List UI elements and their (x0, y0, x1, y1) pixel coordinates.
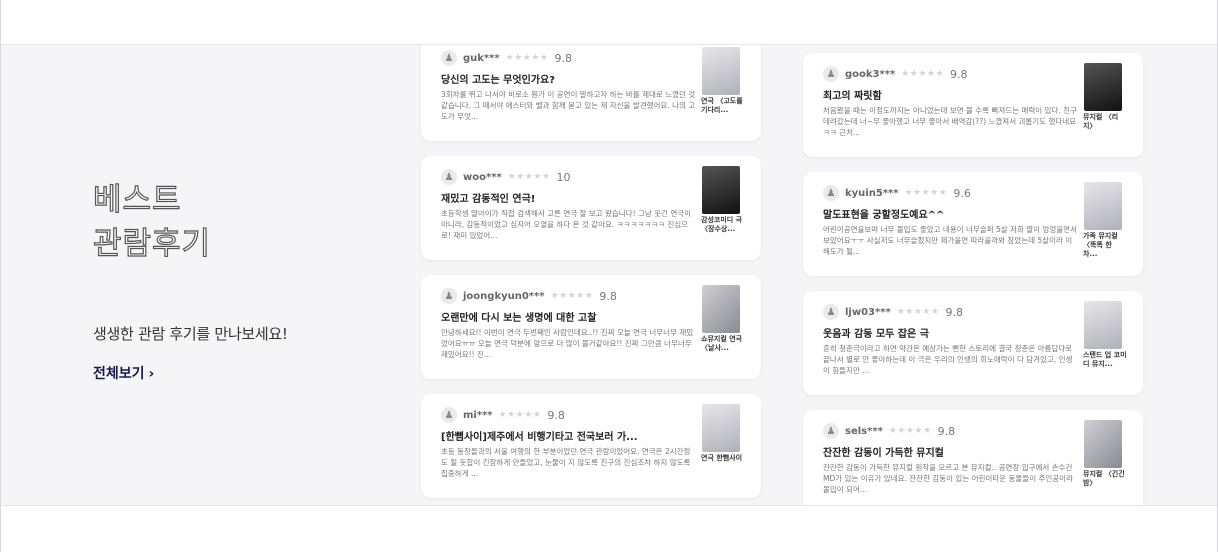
review-title: 말도표현을 궁할정도예요^^ (823, 210, 945, 221)
review-body: 잔잔한 감동이 가득한 뮤지컬 원작을 모르고 본 뮤지컬.. 공연장 입구에서… (823, 463, 1073, 494)
review-card[interactable]: ♟ ljw03*** ★★★★★ 9.8 웃음과 감동 모두 잡은 극 흔히 청춘극이… (803, 291, 1143, 395)
review-card[interactable]: ♟ joongkyun0*** ★★★★★ 9.8 오랜만에 다시 보는 생명에 대한… (421, 275, 761, 379)
reviewer-name: sels*** (845, 425, 883, 437)
review-title: 잔잔한 감동이 가득한 뮤지컬 (823, 448, 944, 459)
top-band (0, 0, 1218, 44)
show-title: 연극 〈고도를 기다리... (701, 97, 743, 114)
show-poster (702, 166, 740, 214)
review-title: 웃음과 감동 모두 잡은 극 (823, 329, 929, 340)
show-title: 가족 뮤지컬 〈똑똑 한 차... (1083, 232, 1118, 258)
section-subtitle: 생생한 관람 후기를 만나보세요! (93, 325, 288, 343)
review-card[interactable]: ♟ sels*** ★★★★★ 9.8 잔잔한 감동이 가득한 뮤지컬 잔잔한 감동이… (803, 410, 1143, 505)
reviewer-name: woo*** (463, 171, 502, 183)
view-all-link[interactable]: 전체보기 › (93, 363, 154, 383)
show-title: 감성코미디 극 〈장수상... (701, 216, 743, 233)
show-title: 쇼뮤지컬 연극 〈날사... (701, 335, 743, 352)
review-title: 오랜만에 다시 보는 생명에 대한 고찰 (441, 313, 597, 324)
review-score: 9.8 (937, 424, 956, 438)
review-column-left: ♟ guk*** ★★★★★ 9.8 당신의 고도는 무엇인가요? 3회차를 뛰고 나… (421, 45, 761, 505)
review-card[interactable]: ♟ guk*** ★★★★★ 9.8 당신의 고도는 무엇인가요? 3회차를 뛰고 나… (421, 45, 761, 141)
review-score: 9.8 (554, 51, 572, 65)
show-poster (1084, 420, 1122, 468)
show-title: 뮤지컬 〈리지〉 (1083, 113, 1119, 130)
show-poster (1084, 182, 1122, 230)
review-body: 처음봤을 때는 이정도까지는 아니었는데 보면 볼 수록 빠져드는 매력이 있다… (823, 106, 1077, 137)
show-poster (702, 404, 740, 452)
user-avatar-icon: ♟ (441, 169, 457, 185)
star-rating-icon: ★★★★★ (550, 291, 594, 301)
chevron-right-icon: › (148, 366, 155, 382)
review-score: 9.8 (945, 305, 964, 319)
show-title: 스탠드 업 코미디 뮤지... (1083, 351, 1127, 368)
review-body: 초등학생 딸아이가 직접 검색해서 고른 연극 잘 보고 왔습니다! 그냥 웃긴… (441, 209, 692, 240)
reviewer-name: mi*** (463, 409, 493, 421)
star-rating-icon: ★★★★★ (896, 307, 940, 317)
view-all-label: 전체보기 (93, 366, 145, 382)
user-avatar-icon: ♟ (441, 50, 457, 66)
review-title: 최고의 짜릿함 (823, 91, 882, 102)
review-score: 9.8 (950, 67, 968, 81)
review-body: 초등 동창들과의 서울 여행의 한 부분이었던 연극 관람이었어요. 연극은 2… (441, 447, 691, 478)
show-poster (1084, 301, 1122, 349)
reviewer-name: gook3*** (845, 68, 896, 80)
reviewer-name: joongkyun0*** (463, 290, 545, 302)
reviewer-name: ljw03*** (845, 306, 891, 318)
user-avatar-icon: ♟ (823, 185, 839, 201)
show-title: 연극 한뼘사이 (701, 454, 743, 462)
review-title: 당신의 고도는 무엇인가요? (441, 75, 555, 86)
title-line-1: 베스트 (92, 181, 182, 218)
review-score: 9.6 (953, 186, 971, 200)
user-avatar-icon: ♟ (823, 304, 839, 320)
user-avatar-icon: ♟ (441, 288, 457, 304)
bottom-band (0, 505, 1218, 552)
user-avatar-icon: ♟ (823, 66, 839, 82)
review-body: 흔히 청춘극이라고 하면 약간은 예상가는 뻔한 스토리에 결국 청춘은 아름답… (823, 344, 1073, 375)
review-score: 9.8 (547, 408, 565, 422)
review-body: 안녕하세요!! 이번이 연극 두번째인 사람인데요..!! 진짜 오늘 연극 너… (441, 328, 694, 359)
review-body: 어린이공연을보며 너무 몰입도 좋았고 내용이 너무슬퍼 5살 저희 딸이 엉엉… (823, 225, 1077, 256)
review-card[interactable]: ♟ mi*** ★★★★★ 9.8 [한뼘사이]제주에서 비행기타고 전국보러 가..… (421, 394, 761, 498)
review-card[interactable]: ♟ gook3*** ★★★★★ 9.8 최고의 짜릿함 처음봤을 때는 이정도까지는… (803, 53, 1143, 157)
title-line-2: 관람후기 (92, 225, 212, 262)
review-card[interactable]: ♟ woo*** ★★★★★ 10 재밌고 감동적인 연극! 초등학생 딸아이가 직접… (421, 156, 761, 260)
star-rating-icon: ★★★★★ (888, 426, 932, 436)
review-title: 재밌고 감동적인 연극! (441, 194, 536, 205)
star-rating-icon: ★★★★★ (507, 172, 551, 182)
section-title: 베스트 관람후기 (92, 178, 212, 266)
star-rating-icon: ★★★★★ (904, 188, 948, 198)
show-poster (702, 47, 740, 95)
review-score: 9.8 (599, 289, 617, 303)
review-score: 10 (556, 170, 571, 184)
star-rating-icon: ★★★★★ (901, 69, 945, 79)
show-poster (702, 285, 740, 333)
show-title: 뮤지컬 〈긴긴밤〉 (1083, 470, 1125, 487)
best-reviews-section: 베스트 관람후기 생생한 관람 후기를 만나보세요! 전체보기 › ♟ guk***… (0, 44, 1218, 505)
review-title: [한뼘사이]제주에서 비행기타고 전국보러 가... (441, 432, 638, 443)
show-poster (1084, 63, 1122, 111)
review-column-right: ♟ gook3*** ★★★★★ 9.8 최고의 짜릿함 처음봤을 때는 이정도까지는… (803, 53, 1143, 505)
reviewer-name: kyuin5*** (845, 187, 899, 199)
star-rating-icon: ★★★★★ (498, 410, 542, 420)
user-avatar-icon: ♟ (823, 423, 839, 439)
reviewer-name: guk*** (463, 52, 500, 64)
review-body: 3회차를 뛰고 나서야 비로소 뭔가 이 공연이 말하고자 하는 바를 제대로 … (441, 90, 696, 121)
review-card[interactable]: ♟ kyuin5*** ★★★★★ 9.6 말도표현을 궁할정도예요^^ 어린이공연을… (803, 172, 1143, 276)
user-avatar-icon: ♟ (441, 407, 457, 423)
star-rating-icon: ★★★★★ (505, 53, 549, 63)
